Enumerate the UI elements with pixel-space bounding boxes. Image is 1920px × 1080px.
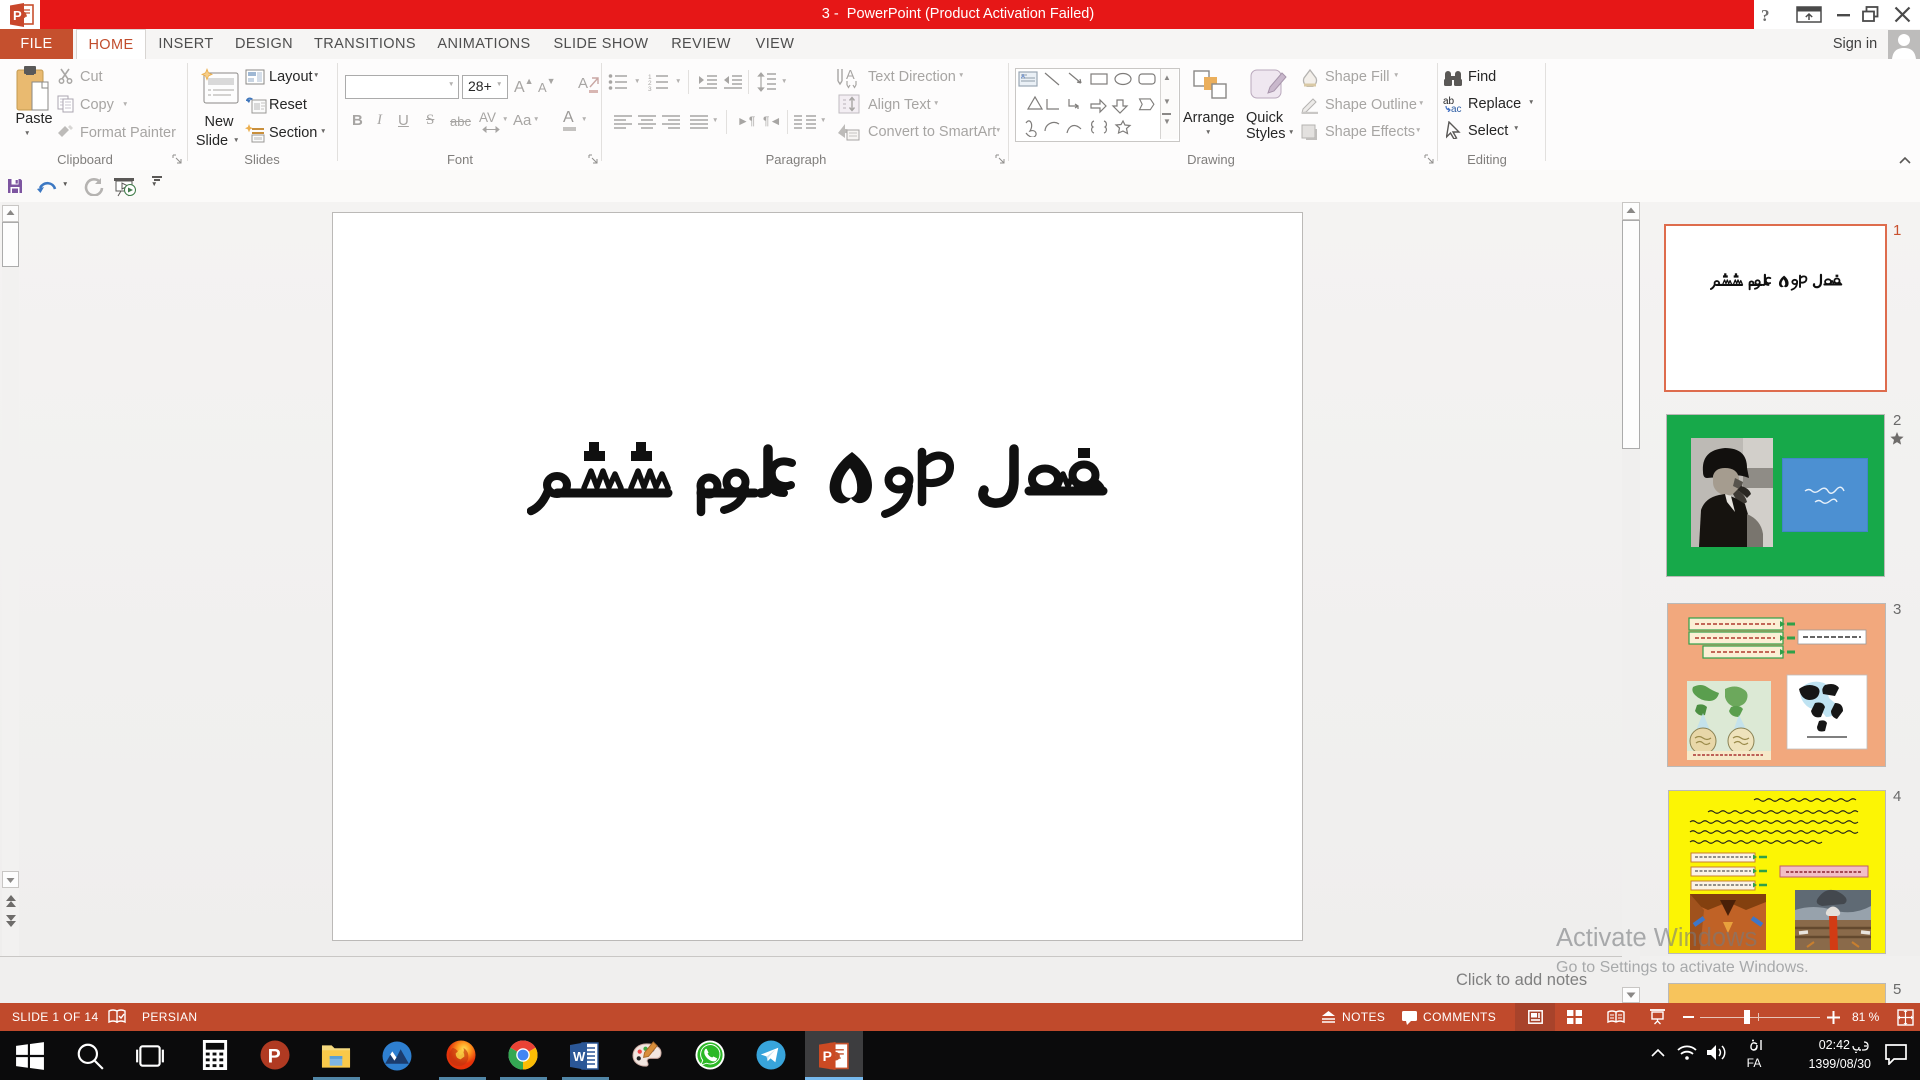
svg-text:A: A: [578, 75, 588, 92]
svg-text:P: P: [823, 1048, 832, 1064]
svg-text:A: A: [1021, 75, 1025, 81]
svg-text:ac: ac: [1451, 104, 1462, 112]
svg-text:A: A: [846, 67, 855, 82]
svg-text:3: 3: [648, 86, 652, 91]
svg-text:W: W: [573, 1049, 586, 1064]
svg-text:P: P: [13, 8, 22, 23]
svg-text:P: P: [268, 1045, 281, 1067]
svg-text:?: ?: [1761, 6, 1770, 24]
